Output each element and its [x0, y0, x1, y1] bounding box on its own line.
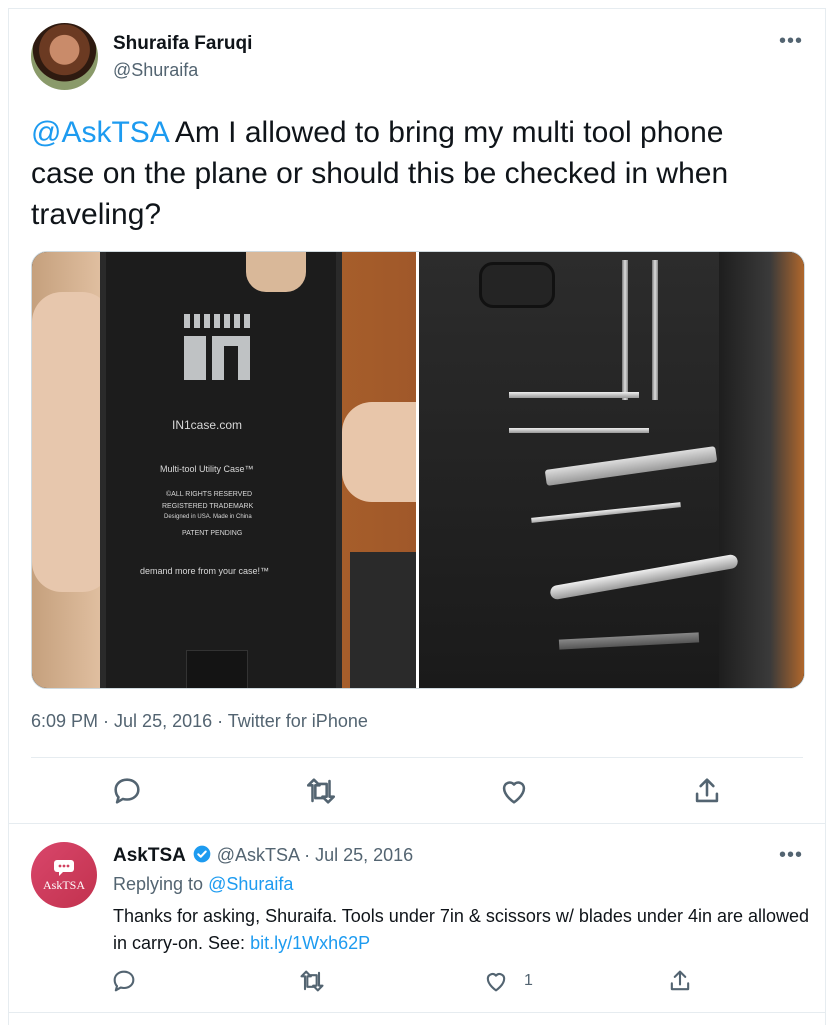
- author-name[interactable]: Shuraifa Faruqi: [113, 33, 252, 55]
- tool-file: [544, 446, 718, 486]
- reply-author-handle[interactable]: @AskTSA: [217, 845, 299, 865]
- retweet-icon[interactable]: [298, 967, 326, 995]
- avatar-label: AskTSA: [42, 877, 85, 892]
- reply-body: Thanks for asking, Shuraifa. Tools under…: [113, 906, 810, 953]
- tool-scissors: [549, 553, 739, 601]
- meta-separator: ·: [98, 711, 115, 731]
- more-icon[interactable]: •••: [779, 30, 803, 53]
- chat-bubble-icon: [54, 859, 74, 876]
- divider: [8, 823, 825, 824]
- reply-icon[interactable]: [110, 967, 138, 995]
- media-photo-right[interactable]: [419, 252, 804, 688]
- reply-dot: ·: [299, 845, 316, 865]
- tweet-time[interactable]: 6:09 PM: [31, 711, 98, 731]
- case-rights: ©ALL RIGHTS RESERVED: [166, 491, 253, 498]
- divider: [8, 1012, 825, 1013]
- leather-surface: [719, 252, 804, 688]
- tweet-date[interactable]: Jul 25, 2016: [114, 711, 212, 731]
- case-slogan: demand more from your case!™: [140, 566, 270, 576]
- like-count: 1: [524, 972, 533, 989]
- more-icon[interactable]: •••: [779, 844, 803, 867]
- phone-case-back: IN1case.com Multi-tool Utility Case™ ©AL…: [100, 252, 342, 688]
- reply-author-name[interactable]: AskTSA: [113, 845, 186, 866]
- case-product: Multi-tool Utility Case™: [160, 464, 254, 474]
- case-site: IN1case.com: [172, 418, 243, 432]
- replying-label: Replying to: [113, 874, 204, 894]
- tweet-text: @AskTSA Am I allowed to bring my multi t…: [31, 112, 791, 235]
- like-icon[interactable]: [497, 774, 531, 808]
- tool-pin-2: [652, 260, 658, 400]
- case-origin: Designed in USA. Made in China: [164, 514, 252, 520]
- tool-pin-1: [622, 260, 628, 400]
- case-port: [186, 650, 248, 688]
- tool-driver-2: [509, 428, 649, 433]
- divider: [31, 757, 803, 758]
- tweet-meta: 6:09 PM · Jul 25, 2016 · Twitter for iPh…: [31, 711, 368, 732]
- share-icon[interactable]: [690, 774, 724, 808]
- replying-to: Replying to @Shuraifa: [113, 874, 293, 895]
- media-photo-left[interactable]: IN1case.com Multi-tool Utility Case™ ©AL…: [32, 252, 416, 688]
- case-trademark: REGISTERED TRADEMARK: [162, 503, 254, 510]
- author-avatar[interactable]: [31, 23, 98, 90]
- tool-tweezer: [531, 502, 681, 523]
- camera-hole: [479, 262, 555, 308]
- tweet-source[interactable]: Twitter for iPhone: [228, 711, 368, 731]
- background-object: [350, 552, 416, 688]
- author-handle[interactable]: @Shuraifa: [113, 60, 198, 81]
- meta-separator: ·: [212, 711, 228, 731]
- camera-cutout: [246, 252, 306, 292]
- case-patent: PATENT PENDING: [182, 530, 243, 537]
- asktsa-avatar[interactable]: AskTSA: [31, 842, 97, 908]
- share-icon[interactable]: [666, 967, 694, 995]
- mention-link[interactable]: @AskTSA: [31, 116, 168, 149]
- tool-driver-1: [509, 392, 639, 398]
- tool-knife: [558, 632, 700, 650]
- replying-handle[interactable]: @Shuraifa: [208, 874, 293, 894]
- reply-icon[interactable]: [110, 774, 144, 808]
- reply-link[interactable]: bit.ly/1Wxh62P: [250, 933, 370, 953]
- reply-text: Thanks for asking, Shuraifa. Tools under…: [113, 903, 813, 957]
- reply-date[interactable]: Jul 25, 2016: [315, 845, 413, 865]
- verified-icon: [192, 844, 212, 864]
- like-icon[interactable]: [482, 967, 510, 995]
- tweet-media[interactable]: IN1case.com Multi-tool Utility Case™ ©AL…: [31, 251, 805, 689]
- finger-shape: [342, 402, 416, 502]
- reply-header: AskTSA @AskTSA · Jul 25, 2016: [113, 844, 413, 867]
- retweet-icon[interactable]: [304, 774, 338, 808]
- in1-logo: [184, 314, 256, 380]
